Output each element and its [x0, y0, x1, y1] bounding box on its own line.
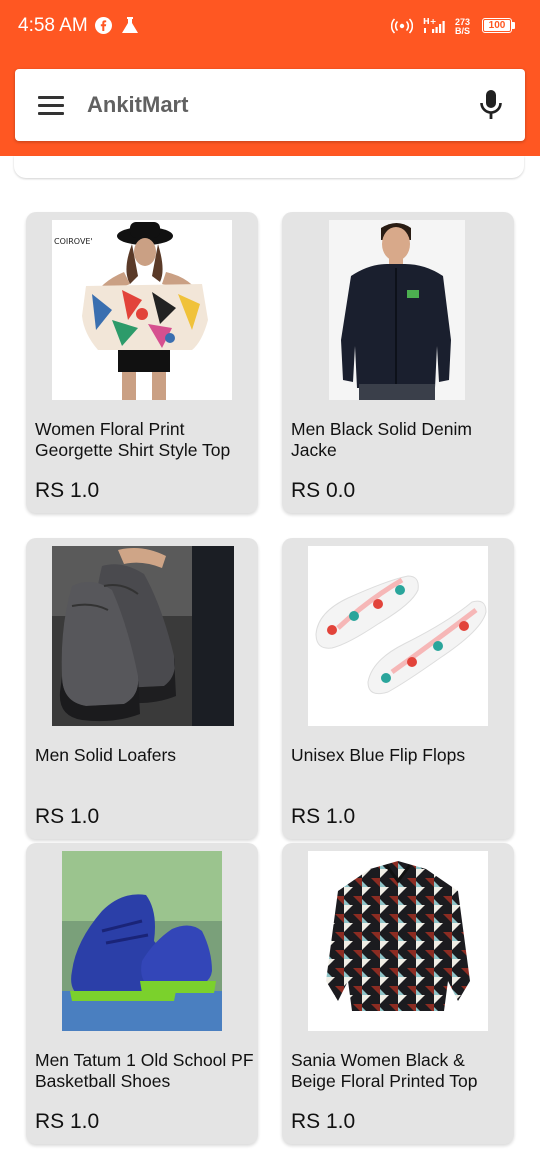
microphone-icon[interactable] [477, 89, 505, 121]
hotspot-icon [391, 18, 413, 34]
status-bar: 4:58 AM H+ 273 B/S 100 [0, 0, 540, 56]
product-card[interactable]: Men Black Solid Denim Jacke RS 0.0 [282, 212, 514, 513]
battery-tip [512, 22, 515, 29]
product-name: Sania Women Black & Beige Floral Printed… [291, 1050, 478, 1091]
network-speed-unit: B/S [455, 26, 471, 36]
signal-icon: H+ [423, 17, 445, 33]
battery-level: 100 [488, 20, 506, 31]
product-price: RS 1.0 [35, 479, 100, 502]
product-price: RS 1.0 [291, 805, 356, 828]
product-card[interactable]: Sania Women Black & Beige Floral Printed… [282, 843, 514, 1144]
product-card[interactable]: Men Solid Loafers RS 1.0 [26, 538, 258, 839]
search-bar[interactable]: AnkitMart [15, 69, 525, 141]
flask-icon [122, 17, 138, 33]
product-price: RS 1.0 [35, 805, 100, 828]
app-header-background: 4:58 AM H+ 273 B/S 100 AnkitMart [0, 0, 540, 156]
brand-watermark: COIROVE' [54, 237, 93, 246]
app-title: AnkitMart [87, 92, 189, 117]
product-name: Unisex Blue Flip Flops [291, 745, 466, 765]
product-card[interactable]: Unisex Blue Flip Flops RS 1.0 [282, 538, 514, 839]
hidden-content-edge [14, 156, 524, 178]
product-image [52, 546, 234, 726]
product-name: Women Floral Print Georgette Shirt Style… [35, 419, 231, 460]
product-price: RS 0.0 [291, 479, 356, 502]
product-name: Men Solid Loafers [35, 745, 177, 765]
network-speed: 273 B/S [455, 18, 470, 36]
battery-icon: 100 [482, 18, 512, 33]
product-card[interactable]: COIROVE' Women Floral Print Georgette Sh… [26, 212, 258, 513]
product-name: Men Tatum 1 Old School PF Basketball Sho… [35, 1050, 254, 1091]
facebook-icon [95, 17, 112, 34]
svg-text:H+: H+ [423, 17, 436, 26]
product-image: COIROVE' [52, 220, 232, 400]
product-image [308, 546, 488, 726]
product-card[interactable]: Men Tatum 1 Old School PF Basketball Sho… [26, 843, 258, 1144]
product-name: Men Black Solid Denim Jacke [291, 419, 472, 460]
product-image [308, 851, 488, 1031]
status-time: 4:58 AM [18, 15, 88, 36]
hamburger-menu-icon[interactable] [38, 96, 64, 116]
product-image [329, 220, 465, 400]
product-image [62, 851, 222, 1031]
product-price: RS 1.0 [35, 1110, 100, 1133]
product-price: RS 1.0 [291, 1110, 356, 1133]
